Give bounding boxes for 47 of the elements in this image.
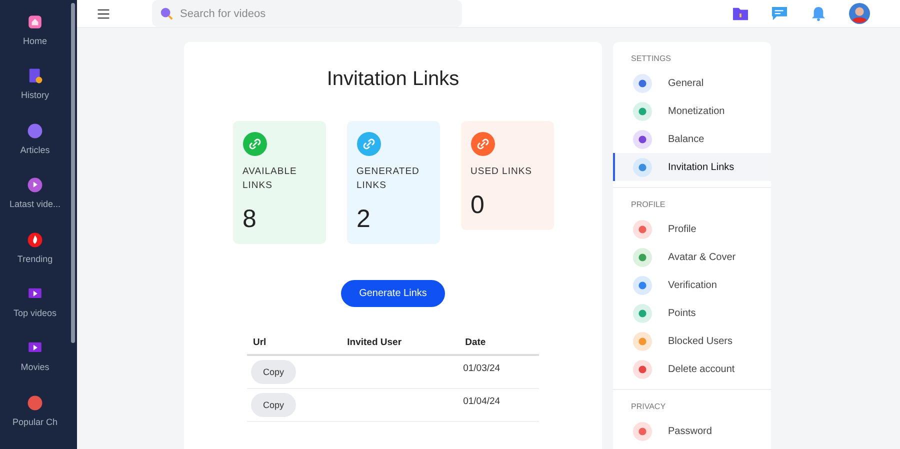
settings-menu-item[interactable]: Monetization bbox=[613, 97, 771, 125]
date-cell: 01/04/24 bbox=[463, 396, 500, 407]
stat-value: 8 bbox=[242, 205, 258, 234]
column-header: Url bbox=[247, 331, 342, 355]
stat-label: GENERATED LINKS bbox=[356, 165, 418, 193]
chat-icon[interactable] bbox=[771, 6, 788, 21]
settings-menu-item[interactable]: Balance bbox=[613, 125, 771, 153]
stat-label: AVAILABLE LINKS bbox=[242, 165, 298, 193]
copy-button[interactable]: Copy bbox=[251, 393, 296, 417]
sidebar-item[interactable]: History bbox=[20, 68, 49, 123]
avatar-icon[interactable] bbox=[849, 3, 870, 24]
settings-menu-item[interactable]: Password bbox=[613, 417, 771, 445]
settings-menu-item[interactable]: Delete account bbox=[613, 355, 771, 383]
menu-icon[interactable] bbox=[97, 8, 110, 18]
settings-menu-item[interactable]: Invitation Links bbox=[613, 153, 771, 181]
play-icon bbox=[27, 177, 43, 194]
fire-icon bbox=[27, 232, 43, 248]
search-field[interactable]: Search for videos bbox=[152, 0, 462, 27]
page-title: Invitation Links bbox=[326, 68, 460, 91]
sidebar-item[interactable]: Latast vide... bbox=[9, 177, 61, 232]
section-heading: PROFILE bbox=[630, 200, 666, 209]
settings-menu-item[interactable]: Avatar & Cover bbox=[613, 243, 771, 271]
section-heading: PRIVACY bbox=[630, 402, 667, 411]
folder-icon[interactable] bbox=[732, 6, 749, 21]
stat-label: USED LINKS bbox=[470, 165, 532, 179]
sidebar-item[interactable]: Trending bbox=[17, 232, 53, 286]
copy-button[interactable]: Copy bbox=[251, 360, 296, 384]
settings-menu-item[interactable]: General bbox=[613, 69, 771, 97]
generate-links-button[interactable]: Generate Links bbox=[341, 280, 445, 307]
sidebar-item[interactable]: Movies bbox=[20, 340, 50, 395]
date-cell: 01/03/24 bbox=[463, 363, 500, 374]
bell-icon[interactable] bbox=[810, 6, 827, 21]
column-header: Date bbox=[459, 331, 539, 355]
settings-menu-item[interactable]: Profile bbox=[613, 215, 771, 243]
column-header: Invited User bbox=[341, 331, 460, 355]
stat-value: 2 bbox=[356, 205, 372, 234]
sidebar-item[interactable]: Articles bbox=[20, 122, 50, 178]
section-heading: SETTINGS bbox=[630, 54, 672, 63]
sidebar-item[interactable]: Popular Ch bbox=[12, 394, 58, 449]
sidebar-item[interactable]: Top videos bbox=[13, 286, 57, 340]
settings-menu-item[interactable]: Blocked Users bbox=[613, 327, 771, 355]
stat-value: 0 bbox=[470, 191, 486, 220]
settings-menu-item[interactable]: Verification bbox=[613, 271, 771, 299]
search-icon bbox=[160, 7, 173, 20]
home-icon bbox=[26, 14, 43, 30]
sidebar-item[interactable]: Home bbox=[22, 14, 47, 68]
settings-menu-item[interactable]: Points bbox=[613, 299, 771, 327]
